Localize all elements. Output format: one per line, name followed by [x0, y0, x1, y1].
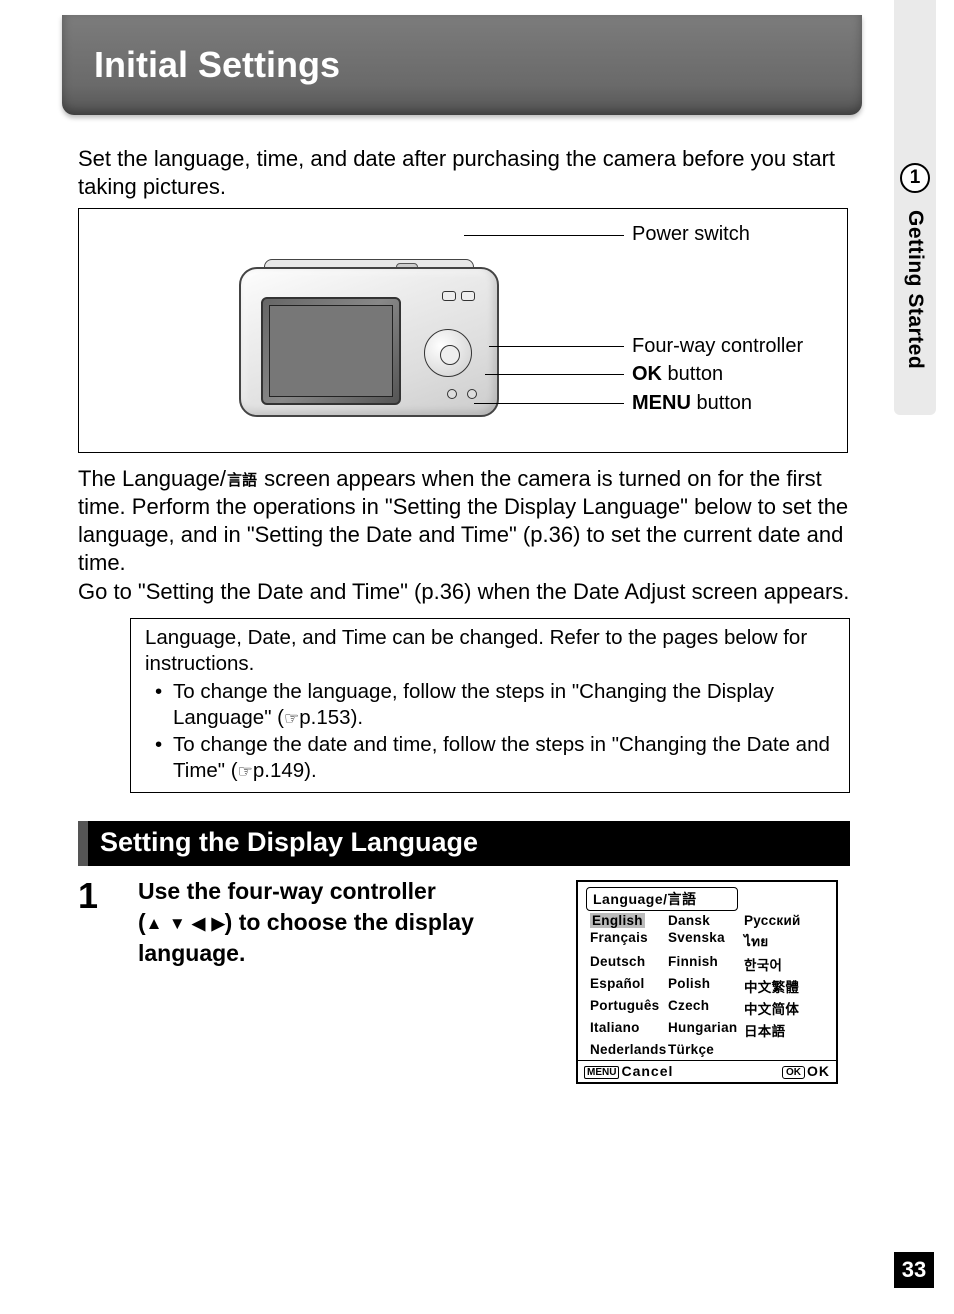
note-item-1: To change the language, follow the steps…: [145, 679, 837, 731]
lang-option: Czech: [668, 998, 744, 1018]
note-item-2: To change the date and time, follow the …: [145, 732, 837, 784]
lang-option: 中文繁體: [744, 976, 828, 996]
lang-option: Русский: [744, 913, 828, 928]
note-lead: Language, Date, and Time can be changed.…: [145, 625, 837, 677]
pointer-icon: ☞: [284, 708, 299, 730]
camera-diagram: Power switch Four-way controller OK butt…: [78, 208, 848, 453]
intro-paragraph: Set the language, time, and date after p…: [78, 145, 848, 200]
page-title: Initial Settings: [94, 44, 340, 86]
camera-lcd: [261, 297, 401, 405]
lang-option: Deutsch: [590, 954, 668, 974]
lang-screen-footer: MENUCancel OKOK: [578, 1060, 836, 1082]
leader-line: [464, 235, 624, 236]
note-box: Language, Date, and Time can be changed.…: [130, 618, 850, 793]
lang-option: Polish: [668, 976, 744, 996]
lang-option: Türkçe: [668, 1042, 744, 1057]
step-1-row: 1 Use the four-way controller (▲ ▼ ◀ ▶) …: [78, 876, 850, 1084]
ok-icon: OK: [782, 1066, 805, 1079]
camera-body: [239, 267, 499, 417]
camera-top-buttons: [442, 291, 475, 301]
lang-option: Português: [590, 998, 668, 1018]
camera-illustration: [239, 259, 514, 419]
section-heading: Setting the Display Language: [78, 821, 850, 866]
label-four-way: Four-way controller: [632, 335, 803, 358]
lang-option: Svenska: [668, 930, 744, 952]
chapter-number-badge: 1: [900, 163, 930, 193]
lang-option: 中文简体: [744, 998, 828, 1018]
lang-option: Italiano: [590, 1020, 668, 1040]
lang-grid: English Dansk Русский Français Svenska ไ…: [578, 911, 836, 1060]
body-paragraph-2: Go to "Setting the Date and Time" (p.36)…: [78, 578, 850, 606]
lang-option: 日本語: [744, 1020, 828, 1040]
menu-icon: MENU: [584, 1066, 619, 1079]
page-content: Initial Settings Set the language, time,…: [0, 0, 890, 1314]
leader-line: [485, 374, 624, 375]
lang-option: Français: [590, 930, 668, 952]
camera-bottom-buttons: [447, 389, 477, 399]
page-number: 33: [894, 1252, 934, 1288]
menu-cancel: MENUCancel: [584, 1063, 673, 1079]
label-menu-button: MENU button: [632, 392, 752, 415]
lang-option: 한국어: [744, 954, 828, 974]
page-title-bar: Initial Settings: [62, 15, 862, 115]
step-number: 1: [78, 876, 138, 914]
lang-option: [744, 1042, 828, 1057]
step-instruction: Use the four-way controller (▲ ▼ ◀ ▶) to…: [138, 876, 558, 969]
leader-line: [489, 346, 624, 347]
ok-confirm: OKOK: [782, 1063, 830, 1079]
lang-option: Hungarian: [668, 1020, 744, 1040]
language-kanji-icon: 言語: [226, 471, 258, 490]
pointer-icon: ☞: [238, 761, 253, 783]
lang-option: Finnish: [668, 954, 744, 974]
lang-option: Nederlands: [590, 1042, 668, 1057]
language-selection-screen: Language/言語 English Dansk Русский França…: [576, 880, 838, 1084]
lang-option: ไทย: [744, 930, 828, 952]
body-paragraph-1: The Language/言語 screen appears when the …: [78, 465, 850, 578]
label-power-switch: Power switch: [632, 223, 750, 246]
lang-screen-title: Language/言語: [586, 887, 738, 911]
camera-controller-pad: [424, 329, 472, 377]
side-tab-strip: 1 Getting Started: [890, 0, 954, 1314]
lang-option: English: [590, 913, 668, 928]
chapter-label: Getting Started: [903, 210, 927, 369]
leader-line: [474, 403, 624, 404]
lang-option: Español: [590, 976, 668, 996]
label-ok-button: OK button: [632, 363, 723, 386]
lang-option: Dansk: [668, 913, 744, 928]
